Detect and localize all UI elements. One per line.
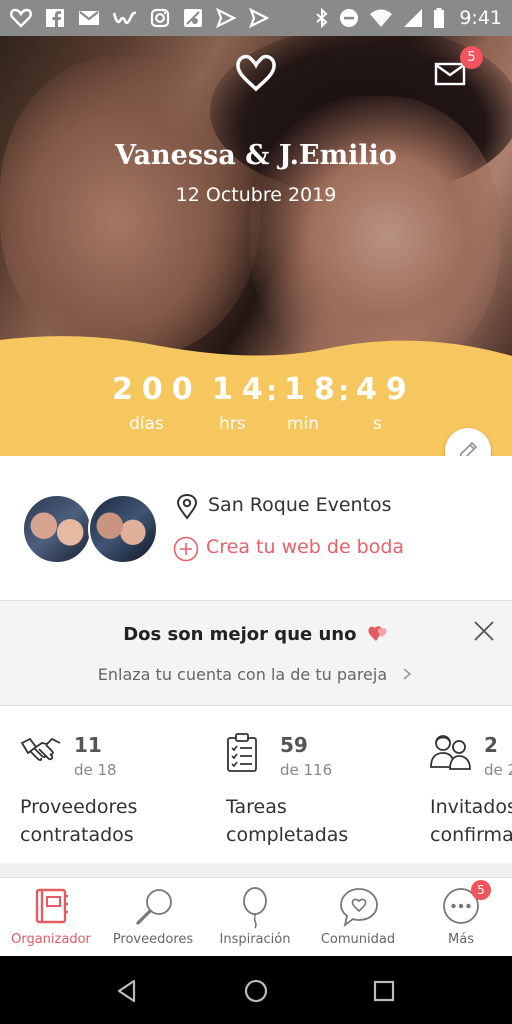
stat-guests[interactable]: 2 de 2 Invitados confirmados xyxy=(430,707,512,863)
stat-guests-value: 2 xyxy=(484,733,498,757)
section-divider xyxy=(0,863,512,877)
heart-logo-icon xyxy=(236,54,276,92)
stat-vendors[interactable]: 11 de 18 Proveedores contratados xyxy=(20,707,230,863)
wifi-icon xyxy=(370,9,393,27)
send-icon-2 xyxy=(249,8,269,28)
stat-vendors-value: 11 xyxy=(74,733,102,757)
countdown-hours-label: hrs xyxy=(219,414,246,434)
nav-more[interactable]: 5 Más xyxy=(411,878,511,957)
avatar-partner-1[interactable] xyxy=(22,494,92,564)
partner-banner: Dos son mejor que uno Enlaza tu cuenta c… xyxy=(0,600,512,706)
countdown-minutes-label: min xyxy=(287,414,320,434)
close-icon[interactable] xyxy=(473,620,495,642)
stat-tasks-value: 59 xyxy=(280,733,308,757)
dnd-icon xyxy=(340,9,359,27)
stat-vendors-label: Proveedores contratados xyxy=(20,793,137,849)
battery-icon xyxy=(434,8,445,28)
stat-guests-label-line1: Invitados xyxy=(430,796,512,818)
balloon-icon xyxy=(243,887,267,929)
avatar-partner-2[interactable] xyxy=(88,494,158,564)
link-partner-account-text: Enlaza tu cuenta con la de tu pareja xyxy=(97,665,388,684)
home-icon[interactable] xyxy=(243,978,269,1004)
two-hearts-icon xyxy=(368,626,387,641)
countdown: 200 14 : 18 : 49 días hrs min s xyxy=(0,372,512,452)
gmail-icon xyxy=(79,11,99,25)
messages-icon[interactable] xyxy=(434,62,466,86)
countdown-days-label: días xyxy=(129,414,164,434)
heart-outline-icon xyxy=(10,8,32,28)
countdown-hours: 14 xyxy=(212,372,272,407)
messages-badge: 5 xyxy=(460,46,483,69)
stat-tasks-total: de 116 xyxy=(280,761,333,779)
recents-icon[interactable] xyxy=(371,978,397,1004)
stat-tasks-label-line2: completadas xyxy=(226,824,349,846)
link-partner-account[interactable]: Enlaza tu cuenta con la de tu pareja xyxy=(0,665,512,684)
nav-inspiration-label: Inspiración xyxy=(219,932,291,947)
nav-vendors[interactable]: Proveedores xyxy=(103,878,203,957)
stat-tasks[interactable]: 59 de 116 Tareas completadas xyxy=(226,707,436,863)
stat-tasks-label: Tareas completadas xyxy=(226,793,348,849)
countdown-seconds: 49 xyxy=(356,372,416,407)
nav-organizer-label: Organizador xyxy=(11,932,91,947)
handshake-icon xyxy=(20,737,61,761)
w-app-icon xyxy=(113,11,137,25)
couple-header: 5 Vanessa & J.Emilio 12 Octubre 2019 200… xyxy=(0,36,512,456)
facebook-icon xyxy=(46,9,64,27)
countdown-separator: : xyxy=(338,374,350,407)
stat-vendors-total: de 18 xyxy=(74,761,117,779)
stat-guests-label: Invitados confirmados xyxy=(430,793,512,849)
bottom-nav: Organizador Proveedores Inspiración Comu… xyxy=(0,877,512,956)
partner-banner-title: Dos son mejor que uno xyxy=(0,623,512,645)
guests-icon xyxy=(430,735,471,770)
signal-icon xyxy=(404,9,423,27)
stat-tasks-label-line1: Tareas xyxy=(226,796,287,818)
notification-icons xyxy=(10,8,269,28)
more-badge: 5 xyxy=(471,880,491,900)
organizer-icon xyxy=(35,888,68,924)
bluetooth-icon xyxy=(316,8,328,28)
status-bar: 9:41 xyxy=(0,0,512,36)
nav-more-label: Más xyxy=(448,932,474,947)
stat-guests-label-line2: confirmados xyxy=(430,824,512,846)
countdown-minutes: 18 xyxy=(284,372,344,407)
location-pin-icon xyxy=(176,494,198,520)
stats-row: 11 de 18 Proveedores contratados 59 de 1… xyxy=(0,707,512,863)
couple-name: Vanessa & J.Emilio xyxy=(115,140,397,171)
android-nav-bar xyxy=(0,956,512,1024)
system-icons: 9:41 xyxy=(315,7,502,29)
countdown-days: 200 xyxy=(112,372,202,407)
chat-heart-icon xyxy=(340,888,378,928)
nav-organizer[interactable]: Organizador xyxy=(1,878,101,957)
countdown-seconds-label: s xyxy=(373,414,382,434)
partner-banner-title-text: Dos son mejor que uno xyxy=(123,624,357,645)
wedding-date: 12 Octubre 2019 xyxy=(175,184,337,206)
stat-guests-total: de 2 xyxy=(484,761,512,779)
clipboard-checklist-icon xyxy=(227,733,257,772)
wedding-info: San Roque Eventos Crea tu web de boda xyxy=(0,456,512,600)
chevron-right-icon xyxy=(403,668,412,680)
venue-name[interactable]: San Roque Eventos xyxy=(208,494,392,516)
maps-icon xyxy=(184,9,202,27)
instagram-icon xyxy=(150,8,170,28)
nav-inspiration[interactable]: Inspiración xyxy=(205,878,305,957)
search-icon xyxy=(136,889,172,925)
add-circle-icon xyxy=(173,536,199,562)
nav-community[interactable]: Comunidad xyxy=(308,878,408,957)
stat-vendors-label-line2: contratados xyxy=(20,824,134,846)
clock: 9:41 xyxy=(459,7,502,29)
nav-vendors-label: Proveedores xyxy=(112,932,194,947)
stat-vendors-label-line1: Proveedores xyxy=(20,796,138,818)
countdown-separator: : xyxy=(266,374,278,407)
nav-community-label: Comunidad xyxy=(320,932,396,947)
back-icon[interactable] xyxy=(114,978,140,1004)
create-wedding-web-link[interactable]: Crea tu web de boda xyxy=(206,536,404,558)
send-icon xyxy=(216,8,236,28)
